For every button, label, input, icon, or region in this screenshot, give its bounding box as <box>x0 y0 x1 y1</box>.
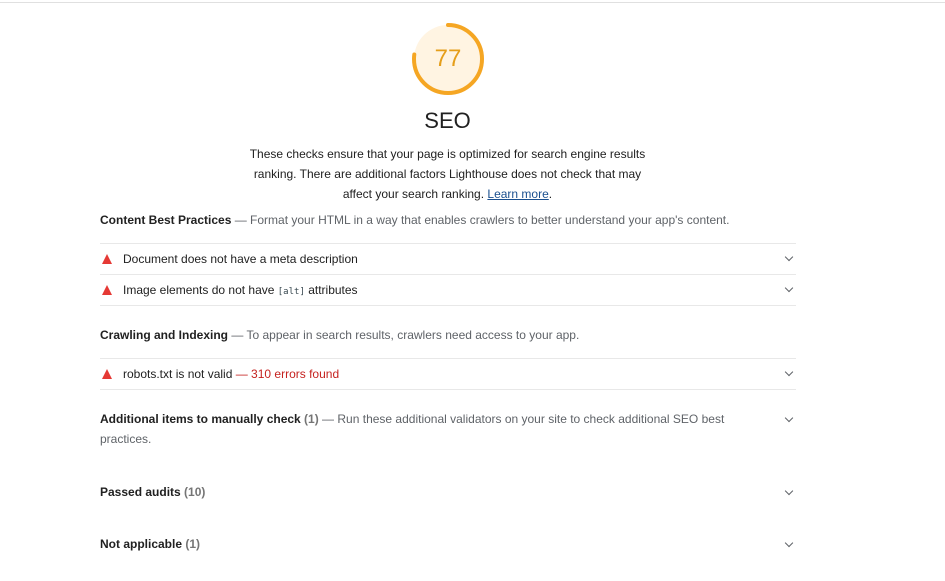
group-count: (1) <box>300 412 319 426</box>
group-count: (10) <box>180 485 206 499</box>
not-applicable-header: Not applicable (1) <box>100 534 750 554</box>
chevron-down-icon[interactable] <box>784 413 794 423</box>
audit-image-alt[interactable]: Image elements do not have [alt] attribu… <box>100 274 796 306</box>
group-description: To appear in search results, crawlers ne… <box>246 328 580 342</box>
learn-more-link[interactable]: Learn more <box>487 187 548 201</box>
group-description: Format your HTML in a way that enables c… <box>250 213 730 227</box>
not-applicable-section[interactable]: Not applicable (1) <box>100 534 796 554</box>
score-value: 77 <box>434 45 462 72</box>
description-period: . <box>548 187 553 201</box>
audit-meta-description[interactable]: Document does not have a meta descriptio… <box>100 243 796 274</box>
passed-audits-header: Passed audits (10) <box>100 482 750 502</box>
group-separator: — <box>318 412 338 426</box>
category-description-text: These checks ensure that your page is op… <box>249 147 646 201</box>
category-description: These checks ensure that your page is op… <box>242 144 653 204</box>
group-separator: — <box>231 213 251 227</box>
chevron-down-icon[interactable] <box>784 367 794 377</box>
audit-title-start: Image elements do not have <box>123 283 278 297</box>
audit-robots-txt[interactable]: robots.txt is not valid — 310 errors fou… <box>100 358 796 390</box>
category-title: SEO <box>424 108 471 133</box>
alt-code: [alt] <box>277 287 305 297</box>
fail-triangle-icon <box>102 369 112 379</box>
group-title: Crawling and Indexing <box>100 328 229 342</box>
group-title: Content Best Practices <box>100 213 232 227</box>
manual-checks-header: Additional items to manually check (1) —… <box>100 409 750 449</box>
audit-title: Document does not have a meta descriptio… <box>123 252 358 266</box>
audit-title: robots.txt is not valid — 310 errors fou… <box>123 359 339 389</box>
audit-title: Image elements do not have [alt] attribu… <box>123 275 358 307</box>
top-divider <box>0 2 945 3</box>
group-header-content: Content Best Practices — Format your HTM… <box>100 210 796 230</box>
group-header-crawling: Crawling and Indexing — To appear in sea… <box>100 325 796 345</box>
audit-display-value: — 310 errors found <box>232 367 340 381</box>
group-title: Additional items to manually check <box>100 412 301 426</box>
fail-triangle-icon <box>102 285 112 295</box>
audit-title-text: robots.txt is not valid <box>123 367 233 381</box>
passed-audits-section[interactable]: Passed audits (10) <box>100 482 796 502</box>
chevron-down-icon[interactable] <box>784 252 794 262</box>
chevron-down-icon[interactable] <box>784 538 794 548</box>
group-count: (1) <box>182 537 201 551</box>
group-separator: — <box>228 328 247 342</box>
fail-triangle-icon <box>102 254 112 264</box>
chevron-down-icon[interactable] <box>784 283 794 293</box>
group-title: Not applicable <box>100 537 183 551</box>
chevron-down-icon[interactable] <box>784 486 794 496</box>
audit-title-end: attributes <box>304 283 358 297</box>
score-gauge[interactable]: 77 <box>411 22 485 96</box>
group-title: Passed audits <box>100 485 181 499</box>
manual-checks-section[interactable]: Additional items to manually check (1) —… <box>100 409 796 449</box>
